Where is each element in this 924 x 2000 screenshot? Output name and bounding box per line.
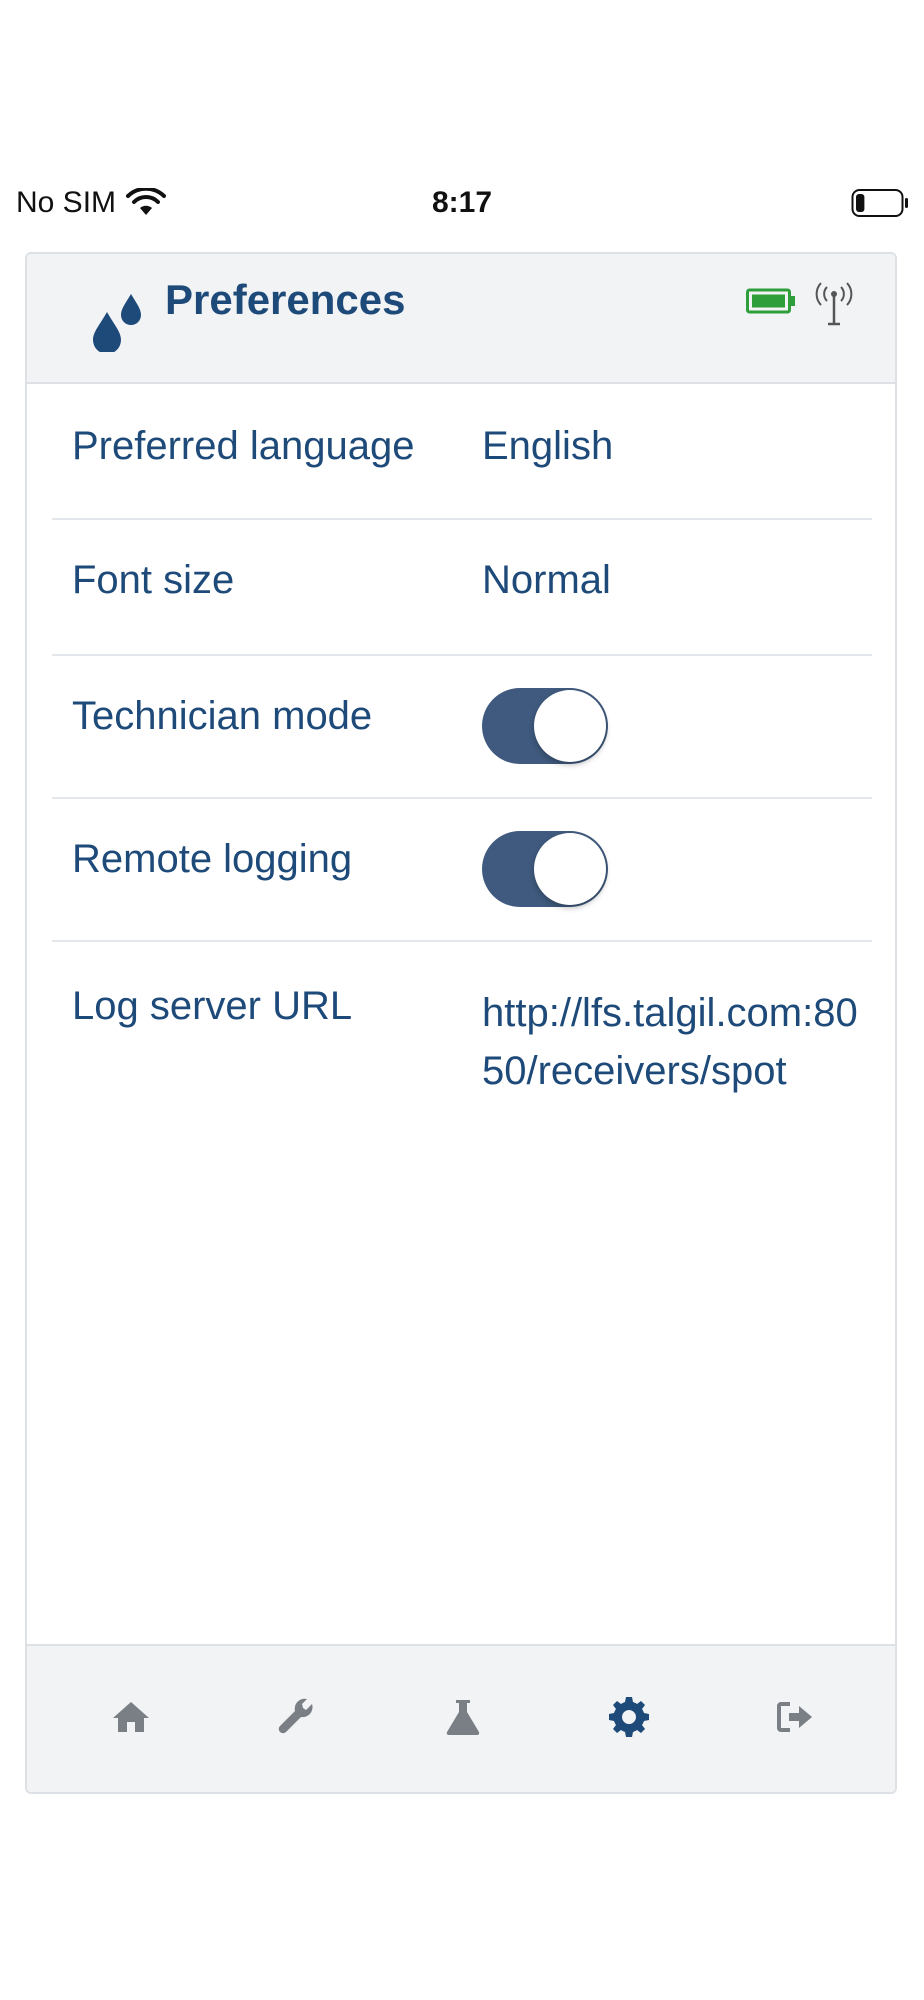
log-url-value[interactable]: http://lfs.talgil.com:8050/receivers/spo… bbox=[482, 984, 862, 1100]
tab-home[interactable] bbox=[106, 1692, 156, 1742]
phone-battery-icon bbox=[851, 189, 908, 217]
status-time: 8:17 bbox=[431, 186, 493, 219]
technician-mode-toggle[interactable] bbox=[482, 688, 608, 764]
battery-icon bbox=[746, 288, 795, 314]
status-bar: No SIM 8:17 bbox=[0, 170, 924, 240]
bottom-tab-bar bbox=[27, 1644, 895, 1792]
remote-logging-toggle[interactable] bbox=[482, 831, 608, 907]
page-title: Preferences bbox=[165, 276, 406, 323]
technician-mode-label: Technician mode bbox=[72, 694, 373, 738]
logout-icon bbox=[777, 1702, 812, 1732]
drops-icon bbox=[93, 294, 141, 352]
font-size-row[interactable]: Font size Normal bbox=[52, 520, 872, 656]
home-icon bbox=[113, 1702, 149, 1732]
antenna-icon bbox=[815, 282, 853, 326]
flask-icon bbox=[446, 1700, 480, 1736]
gear-icon bbox=[609, 1697, 649, 1737]
log-url-label: Log server URL bbox=[72, 984, 353, 1028]
tab-tools[interactable] bbox=[272, 1692, 322, 1742]
header: Preferences bbox=[27, 254, 895, 384]
technician-mode-row: Technician mode bbox=[52, 656, 872, 799]
toggle-knob bbox=[534, 690, 606, 762]
wrench-icon bbox=[278, 1698, 313, 1734]
language-row[interactable]: Preferred language English bbox=[52, 384, 872, 520]
tab-settings[interactable] bbox=[604, 1692, 654, 1742]
preferences-card: Preferences Preferred language English F… bbox=[25, 252, 897, 1794]
remote-logging-label: Remote logging bbox=[72, 837, 353, 881]
tab-lab[interactable] bbox=[438, 1692, 488, 1742]
font-size-label: Font size bbox=[72, 558, 235, 602]
font-size-value[interactable]: Normal bbox=[482, 558, 611, 603]
toggle-knob bbox=[534, 833, 606, 905]
language-label: Preferred language bbox=[72, 424, 415, 468]
language-value[interactable]: English bbox=[482, 424, 613, 469]
tab-logout[interactable] bbox=[770, 1692, 820, 1742]
remote-logging-row: Remote logging bbox=[52, 799, 872, 942]
